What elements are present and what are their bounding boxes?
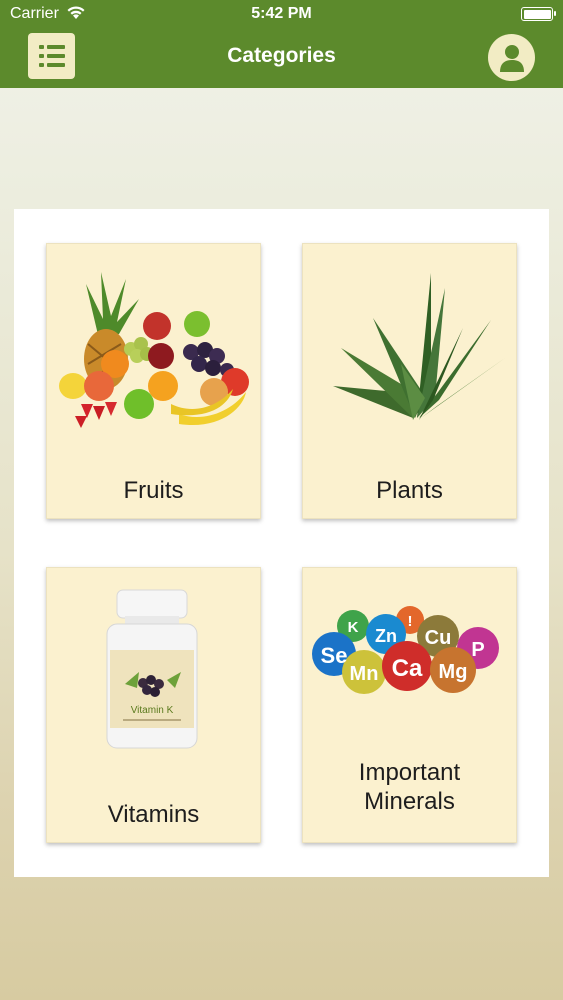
mineral-mg: Mg: [439, 661, 468, 683]
page-title: Categories: [227, 44, 336, 67]
battery-icon: [521, 7, 556, 21]
mineral-zn: Zn: [375, 626, 397, 646]
vitamin-bottle-image: Vitamin K: [106, 589, 198, 749]
status-bar: Carrier 5:42 PM: [0, 0, 563, 30]
mineral-ca: Ca: [392, 655, 423, 682]
category-fruits[interactable]: Fruits: [46, 243, 261, 519]
user-icon: [499, 44, 524, 72]
category-vitamins[interactable]: Vitamin K Vitamins: [46, 567, 261, 843]
mineral-exclamation: !: [408, 613, 413, 630]
category-label-line1: Important: [358, 759, 461, 786]
fruits-image: [59, 272, 249, 428]
mineral-k: K: [348, 619, 359, 636]
bottle-label: Vitamin K: [131, 705, 174, 716]
categories-panel: Fruits Plants Vitamin K Vitamins Se K Zn…: [14, 209, 549, 877]
category-label: Vitamins: [107, 801, 200, 828]
mineral-p: P: [471, 639, 484, 661]
navigation-bar: Carrier 5:42 PM Categories: [0, 0, 563, 88]
profile-button[interactable]: [488, 34, 535, 81]
clock: 5:42 PM: [251, 5, 312, 22]
category-label: Plants: [376, 477, 443, 504]
category-label: Fruits: [123, 477, 184, 504]
category-important-minerals[interactable]: Se K Zn ! Cu P Mn Ca Mg Important Minera…: [302, 567, 517, 843]
aloe-vera-image: [333, 273, 505, 420]
minerals-spheres-image: Se K Zn ! Cu P Mn Ca Mg: [312, 606, 499, 694]
mineral-cu: Cu: [425, 627, 452, 649]
category-label-line2: Minerals: [364, 788, 455, 815]
mineral-mn: Mn: [350, 663, 379, 685]
mineral-se: Se: [321, 643, 348, 668]
category-plants[interactable]: Plants: [302, 243, 517, 519]
